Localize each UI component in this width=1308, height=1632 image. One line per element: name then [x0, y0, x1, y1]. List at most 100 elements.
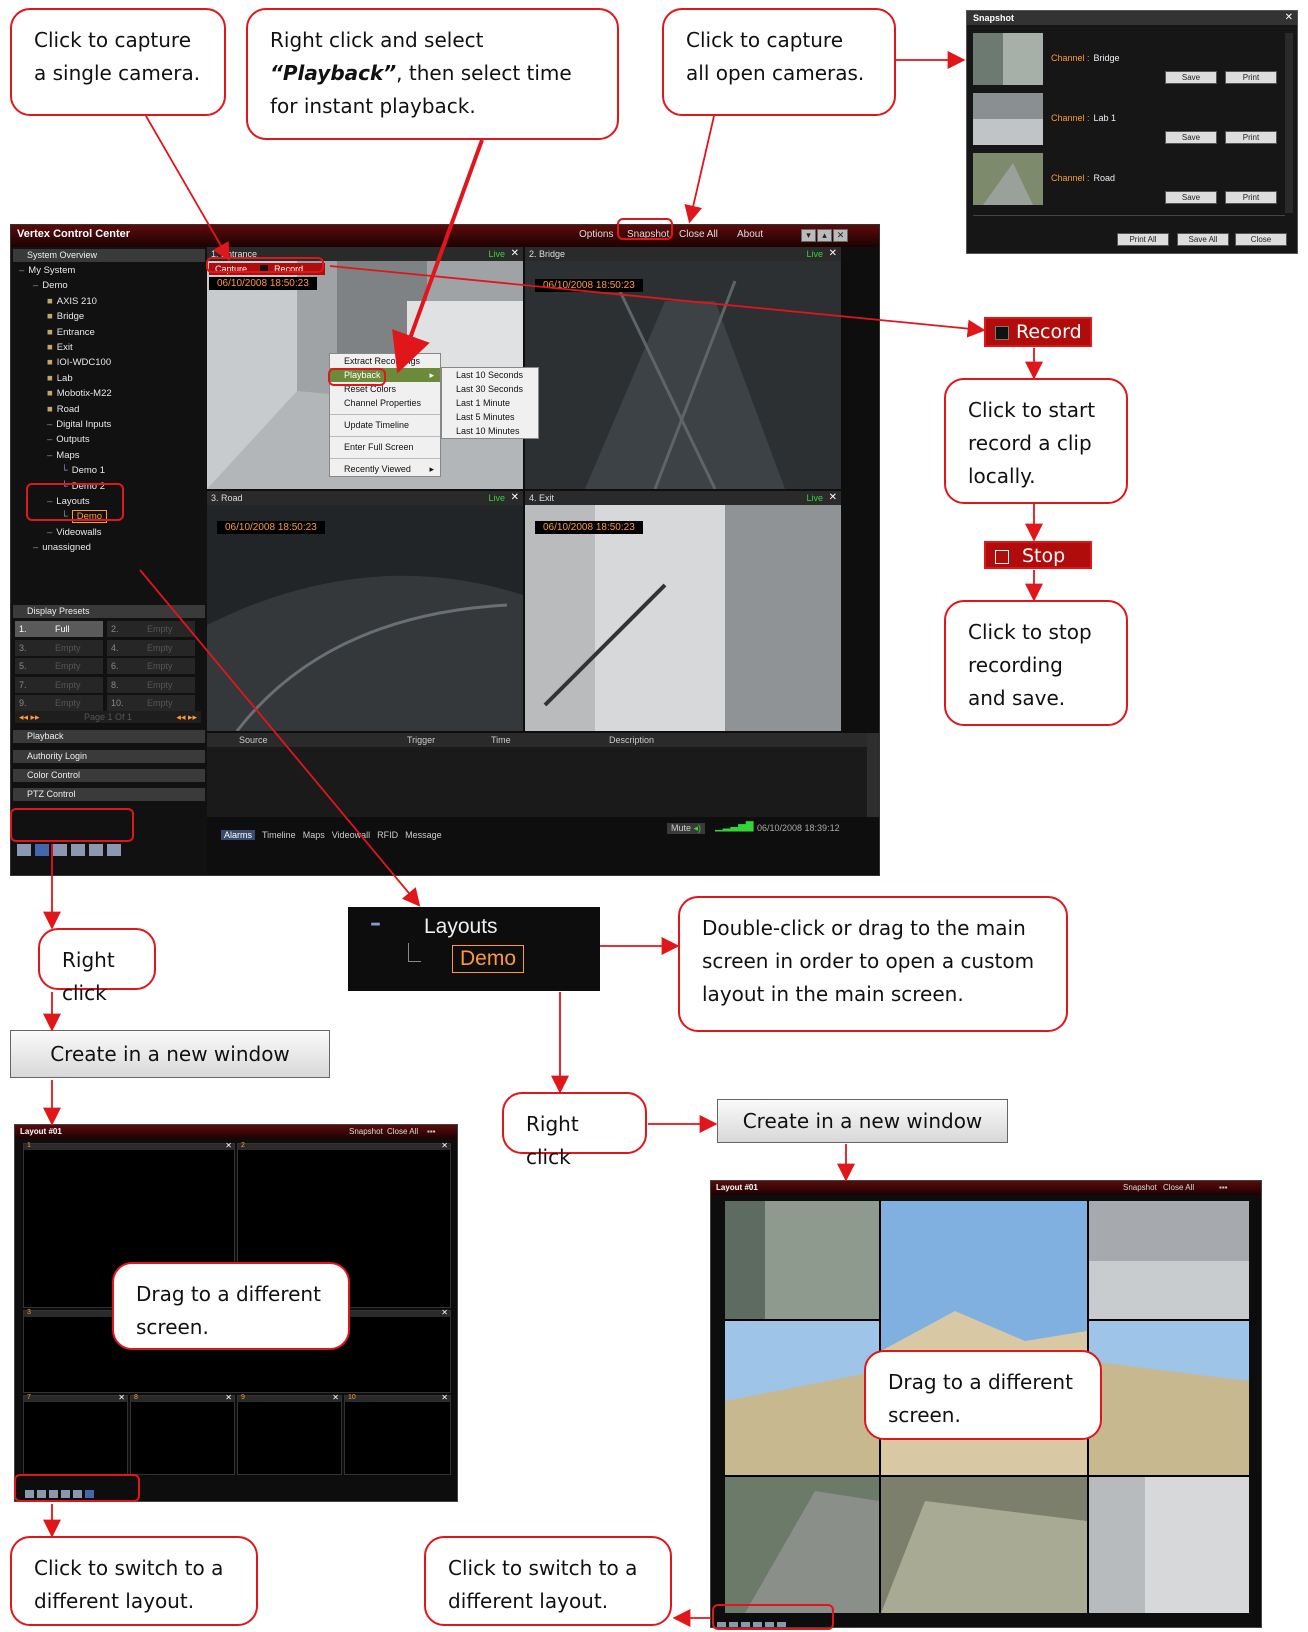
- tree-item[interactable]: – Videowalls: [47, 527, 102, 538]
- volume-level-icon[interactable]: ▁▂▃▅▇: [715, 821, 753, 832]
- tree-item[interactable]: ■ IOI-WDC100: [47, 357, 111, 368]
- restore-icon[interactable]: ▴: [817, 229, 832, 242]
- tab-rfid[interactable]: RFID: [377, 830, 398, 840]
- preset-slot[interactable]: 4. Empty: [107, 639, 195, 656]
- layout-1plus7-icon[interactable]: [107, 844, 121, 856]
- menu-enter-full-screen[interactable]: Enter Full Screen: [330, 436, 440, 454]
- save-button[interactable]: Save: [1165, 131, 1217, 144]
- preset-pager[interactable]: ◂◂ ▸▸ Page 1 Of 1 ◂◂ ▸▸: [15, 711, 201, 723]
- tab-videowall[interactable]: Videowall: [332, 830, 370, 840]
- menu-last-10-minutes[interactable]: Last 10 Minutes: [442, 424, 538, 438]
- tree-item[interactable]: ■ Mobotix-M22: [47, 388, 112, 399]
- layout-4x4-icon[interactable]: [71, 844, 85, 856]
- close-pane-icon[interactable]: ✕: [829, 491, 837, 505]
- column-time[interactable]: Time: [491, 733, 511, 747]
- prev-page-icon[interactable]: ◂◂ ▸▸: [19, 711, 40, 723]
- section-playback[interactable]: Playback: [13, 730, 205, 743]
- layout-1plus5-icon[interactable]: [89, 844, 103, 856]
- menu-snapshot[interactable]: Snapshot: [349, 1125, 383, 1139]
- close-pane-icon[interactable]: ✕: [829, 247, 837, 261]
- system-overview-header[interactable]: System Overview: [13, 249, 205, 262]
- tree-item[interactable]: – Outputs: [47, 434, 90, 445]
- column-description[interactable]: Description: [609, 733, 654, 747]
- save-button[interactable]: Save: [1165, 71, 1217, 84]
- section-color-control[interactable]: Color Control: [13, 769, 205, 782]
- preset-slot[interactable]: 6. Empty: [107, 658, 195, 674]
- preset-slot[interactable]: 5. Empty: [15, 658, 103, 674]
- menu-last-10-seconds[interactable]: Last 10 Seconds: [442, 368, 538, 382]
- stop-button-large[interactable]: Stop: [984, 541, 1092, 569]
- tree-item[interactable]: ■ Entrance: [47, 327, 95, 338]
- display-presets-header[interactable]: Display Presets: [13, 605, 205, 618]
- tree-item[interactable]: – Demo: [33, 280, 68, 291]
- record-button-large[interactable]: Record: [984, 317, 1092, 347]
- layout-cell[interactable]: 8 ✕: [130, 1393, 235, 1475]
- create-new-window-button[interactable]: Create in a new window: [10, 1030, 330, 1078]
- mute-button[interactable]: Mute ◂): [667, 823, 706, 834]
- menu-last-1-minute[interactable]: Last 1 Minute: [442, 396, 538, 410]
- close-icon[interactable]: ✕: [225, 1141, 232, 1150]
- layout-3x3-icon[interactable]: [53, 844, 67, 856]
- menu-last-30-seconds[interactable]: Last 30 Seconds: [442, 382, 538, 396]
- tab-alarms[interactable]: Alarms: [221, 830, 256, 840]
- menu-about[interactable]: About: [737, 229, 763, 240]
- tree-item[interactable]: ■ Lab: [47, 373, 73, 384]
- layouts-label[interactable]: Layouts: [424, 915, 498, 939]
- close-icon[interactable]: ✕: [441, 1393, 448, 1402]
- tree-item[interactable]: ■ Exit: [47, 342, 73, 353]
- close-icon[interactable]: ✕: [225, 1393, 232, 1402]
- menu-options[interactable]: Options: [579, 229, 613, 240]
- preset-slot[interactable]: 7. Empty: [15, 676, 103, 693]
- next-page-icon[interactable]: ◂◂ ▸▸: [176, 711, 197, 723]
- close-button[interactable]: Close: [1235, 233, 1287, 246]
- print-all-button[interactable]: Print All: [1117, 233, 1169, 246]
- save-button[interactable]: Save: [1165, 191, 1217, 204]
- tab-timeline[interactable]: Timeline: [262, 830, 296, 840]
- section-authority-login[interactable]: Authority Login: [13, 750, 205, 763]
- menu-close-all[interactable]: Close All: [679, 229, 718, 240]
- tree-item[interactable]: – My System: [19, 265, 75, 276]
- camera-pane-exit[interactable]: 4. Exit Live ✕ 06/10/2008 18:50:23: [525, 491, 841, 731]
- print-button[interactable]: Print: [1225, 71, 1277, 84]
- print-button[interactable]: Print: [1225, 191, 1277, 204]
- menu-close-all[interactable]: Close All: [1163, 1181, 1194, 1195]
- column-trigger[interactable]: Trigger: [407, 733, 435, 747]
- menu-channel-properties[interactable]: Channel Properties: [330, 396, 440, 410]
- close-icon[interactable]: ✕: [332, 1393, 339, 1402]
- menu-last-5-minutes[interactable]: Last 5 Minutes: [442, 410, 538, 424]
- column-source[interactable]: Source: [239, 733, 268, 747]
- alarm-scrollbar[interactable]: [867, 733, 879, 817]
- create-new-window-button-2[interactable]: Create in a new window: [717, 1099, 1008, 1143]
- camera-pane-bridge[interactable]: 2. Bridge Live ✕ 06/10/2008 18:50:23: [525, 247, 841, 489]
- tree-item[interactable]: – Maps: [47, 450, 80, 461]
- tab-message[interactable]: Message: [405, 830, 442, 840]
- preset-slot[interactable]: 3. Empty: [15, 639, 103, 656]
- tree-item[interactable]: ■ AXIS 210: [47, 296, 97, 307]
- tree-item[interactable]: └ Demo 1: [61, 465, 105, 476]
- menu-recently-viewed[interactable]: Recently Viewed ▸: [330, 458, 440, 476]
- preset-slot[interactable]: 1. Full: [15, 621, 103, 637]
- tree-item[interactable]: ■ Road: [47, 404, 79, 415]
- close-icon[interactable]: ✕: [1285, 12, 1293, 23]
- preset-slot[interactable]: 10. Empty: [107, 695, 195, 711]
- section-ptz-control[interactable]: PTZ Control: [13, 788, 205, 801]
- close-icon[interactable]: ✕: [833, 229, 848, 242]
- menu-snapshot[interactable]: Snapshot: [1123, 1181, 1157, 1195]
- layout-1x1-icon[interactable]: [17, 844, 31, 856]
- layout-2x2-icon[interactable]: [35, 844, 49, 856]
- close-icon[interactable]: ✕: [118, 1393, 125, 1402]
- close-pane-icon[interactable]: ✕: [511, 491, 519, 505]
- close-pane-icon[interactable]: ✕: [511, 247, 519, 261]
- window-controls-icon[interactable]: ▪▪▪: [427, 1125, 436, 1139]
- preset-slot[interactable]: 9. Empty: [15, 695, 103, 711]
- tree-item[interactable]: – Digital Inputs: [47, 419, 111, 430]
- print-button[interactable]: Print: [1225, 131, 1277, 144]
- camera-pane-road[interactable]: 3. Road Live ✕ 06/10/2008 18:50:23: [207, 491, 523, 731]
- tree-item[interactable]: ■ Bridge: [47, 311, 84, 322]
- preset-slot[interactable]: 2. Empty: [107, 621, 195, 637]
- snapshot-scrollbar[interactable]: [1285, 33, 1293, 213]
- tab-maps[interactable]: Maps: [303, 830, 325, 840]
- layout-cell[interactable]: 7 ✕: [23, 1393, 128, 1475]
- window-controls-icon[interactable]: ▪▪▪: [1219, 1181, 1228, 1195]
- layout-demo-item[interactable]: Demo: [452, 945, 525, 973]
